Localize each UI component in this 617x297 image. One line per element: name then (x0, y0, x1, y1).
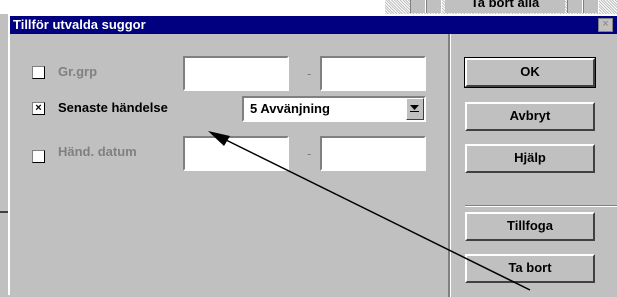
latest-event-selected-value: 5 Avvänjning (250, 101, 330, 116)
background-toolbar-slot (583, 0, 599, 13)
group-from-field[interactable] (183, 56, 289, 91)
check-mark-icon: × (35, 102, 42, 114)
group-to-field[interactable] (320, 56, 426, 91)
group-label: Gr.grp (58, 64, 98, 79)
cancel-button[interactable]: Avbryt (465, 102, 595, 131)
event-date-checkbox[interactable] (32, 150, 45, 163)
event-date-label: Händ. datum (58, 144, 137, 159)
vertical-divider (448, 34, 451, 297)
event-date-to-field[interactable] (320, 136, 426, 171)
append-button[interactable]: Tillfoga (465, 212, 595, 241)
dialog-title: Tillför utvalda suggor (13, 17, 146, 32)
remove-button[interactable]: Ta bort (465, 254, 595, 283)
background-toolbar-slot (567, 0, 583, 13)
latest-event-label: Senaste händelse (58, 100, 168, 115)
close-button[interactable]: × (598, 18, 613, 32)
latest-event-select[interactable]: 5 Avvänjning (242, 96, 426, 122)
background-toolbar-slot (426, 0, 442, 13)
event-date-from-field[interactable] (183, 136, 289, 171)
ok-button[interactable]: OK (465, 58, 595, 87)
select-sows-dialog: Tillför utvalda suggor × Gr.grp - × Sena… (8, 14, 617, 297)
dialog-titlebar[interactable]: Tillför utvalda suggor × (10, 16, 617, 34)
close-icon: × (602, 18, 609, 30)
chevron-down-icon (410, 105, 419, 112)
background-remove-all-button[interactable]: Ta bort alla (445, 0, 565, 13)
background-toolbar-slot (410, 0, 426, 13)
group-checkbox[interactable] (32, 66, 45, 79)
latest-event-checkbox[interactable]: × (32, 102, 45, 115)
group-range-separator: - (307, 66, 312, 81)
event-date-range-separator: - (307, 146, 312, 161)
button-group-divider (465, 205, 617, 207)
help-button[interactable]: Hjälp (465, 144, 595, 173)
dropdown-button[interactable] (406, 98, 424, 120)
